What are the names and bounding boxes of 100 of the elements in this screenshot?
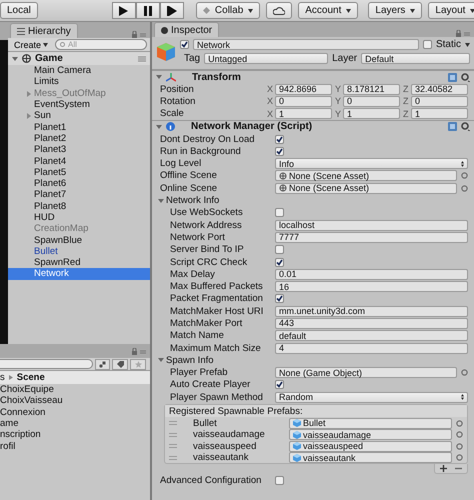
hierarchy-item[interactable]: Bullet — [8, 246, 150, 258]
name-field[interactable]: Network — [193, 39, 419, 50]
hierarchy-item[interactable]: Planet4 — [8, 155, 150, 167]
breadcrumb-item[interactable]: Scene — [16, 372, 45, 383]
drag-handle-icon[interactable] — [169, 432, 177, 437]
scene-file[interactable]: ame — [0, 418, 18, 430]
text-field[interactable]: 443 — [275, 318, 468, 329]
play-button[interactable] — [112, 2, 136, 19]
number-field[interactable]: 1 — [343, 108, 400, 120]
search-field[interactable] — [0, 359, 93, 369]
dropdown[interactable]: Random — [275, 392, 468, 403]
step-button[interactable] — [160, 2, 184, 19]
hierarchy-item[interactable]: Planet2 — [8, 132, 150, 144]
checkbox[interactable] — [275, 476, 284, 486]
hierarchy-item[interactable]: Limits — [8, 76, 150, 88]
object-field[interactable]: None (Scene Asset) — [275, 170, 457, 182]
checkbox[interactable] — [422, 40, 432, 49]
expanded-arrow-icon[interactable] — [156, 124, 162, 130]
text-field[interactable]: mm.unet.unity3d.com — [275, 306, 468, 317]
number-field[interactable]: 32.40582 — [411, 84, 468, 95]
drag-handle-icon[interactable] — [169, 456, 177, 460]
expanded-arrow-icon[interactable] — [156, 74, 162, 80]
object-picker-icon[interactable] — [461, 369, 468, 376]
pause-button[interactable] — [136, 2, 160, 19]
hierarchy-item[interactable]: Planet8 — [8, 200, 150, 212]
lock-icon[interactable] — [132, 348, 146, 354]
inspector-tab[interactable]: Inspector — [154, 22, 220, 37]
collab-button[interactable]: Collab — [196, 2, 260, 19]
checkbox[interactable] — [275, 294, 284, 304]
text-field[interactable]: 4 — [275, 342, 468, 354]
tag-dropdown[interactable]: Untagged — [204, 53, 328, 64]
scene-file[interactable]: rofil — [0, 440, 16, 452]
hierarchy-item[interactable]: SpawnBlue — [8, 234, 150, 246]
cloud-button[interactable] — [266, 2, 292, 19]
lock-icon[interactable] — [132, 31, 146, 38]
drag-handle-icon[interactable] — [169, 421, 177, 426]
label-filter-button[interactable] — [112, 358, 128, 370]
hierarchy-item[interactable]: EventSystem — [8, 98, 150, 110]
number-field[interactable]: 0 — [275, 96, 332, 107]
scene-file[interactable]: ChoixVaisseau — [0, 395, 63, 406]
hierarchy-item[interactable]: Planet5 — [8, 166, 150, 178]
expanded-arrow-icon[interactable] — [158, 357, 164, 364]
local-button[interactable]: Local — [0, 2, 38, 19]
scene-file[interactable]: Connexion — [0, 406, 46, 418]
menu-dropdown[interactable]: Layers — [368, 2, 422, 19]
number-field[interactable]: 1 — [411, 108, 468, 120]
dropdown[interactable]: Info — [275, 158, 468, 170]
object-field[interactable]: vaisseaudamage — [289, 429, 452, 440]
checkbox[interactable] — [275, 380, 284, 390]
foldout-label[interactable]: Network Info — [166, 195, 286, 206]
checkbox[interactable] — [180, 40, 189, 49]
checkbox[interactable] — [275, 146, 284, 156]
text-field[interactable]: 7777 — [275, 232, 468, 243]
object-field[interactable]: vaisseautank — [289, 452, 452, 464]
hierarchy-item[interactable]: Planet7 — [8, 189, 150, 201]
scene-file[interactable]: ChoixEquipe — [0, 384, 54, 396]
text-field[interactable]: 0.01 — [275, 268, 468, 280]
checkbox[interactable] — [275, 134, 284, 144]
hierarchy-item[interactable]: Main Camera — [8, 65, 150, 76]
hierarchy-item[interactable]: Sun — [8, 110, 150, 122]
scene-file[interactable]: nscription — [0, 429, 41, 440]
drag-handle-icon[interactable] — [169, 444, 177, 448]
hierarchy-item[interactable]: HUD — [8, 212, 150, 224]
property-label: Match Name — [170, 330, 225, 342]
foldout-label[interactable]: Spawn Info — [166, 354, 286, 366]
menu-dropdown[interactable]: Layout — [428, 2, 474, 19]
list-item-label: vaisseautank — [193, 452, 250, 464]
hierarchy-item[interactable]: Planet6 — [8, 178, 150, 190]
expanded-arrow-icon[interactable] — [158, 198, 164, 204]
number-field[interactable]: 1 — [275, 108, 332, 120]
text-field[interactable]: 16 — [275, 281, 468, 292]
object-field[interactable]: Bullet — [289, 418, 452, 429]
add-icon[interactable] — [440, 465, 447, 472]
checkbox[interactable] — [275, 258, 284, 266]
text-field[interactable]: default — [275, 330, 468, 342]
hierarchy-item[interactable]: Planet1 — [8, 121, 150, 133]
checkbox[interactable] — [275, 245, 284, 254]
number-field[interactable]: 942.8696 — [275, 84, 332, 95]
menu-dropdown[interactable]: Account — [298, 2, 358, 19]
number-field[interactable]: 0 — [411, 96, 468, 107]
object-field[interactable]: None (Scene Asset) — [275, 182, 457, 194]
breadcrumb-item[interactable]: s — [0, 372, 5, 383]
lock-icon[interactable] — [456, 30, 470, 37]
menu-icon[interactable] — [138, 56, 146, 62]
expanded-arrow-icon[interactable] — [12, 56, 18, 62]
hierarchy-tab[interactable]: Hierarchy — [10, 23, 78, 38]
number-field[interactable]: 0 — [343, 96, 400, 107]
collapsed-arrow-icon[interactable] — [26, 90, 32, 97]
hierarchy-item[interactable]: Network — [8, 268, 150, 280]
filter-type-button[interactable] — [94, 358, 110, 370]
hierarchy-item[interactable]: SpawnRed — [8, 257, 150, 268]
number-field[interactable]: 8.178121 — [343, 84, 400, 95]
layer-dropdown[interactable]: Default — [361, 53, 470, 64]
create-button[interactable]: Create — [11, 38, 52, 50]
object-field[interactable]: vaisseauspeed — [289, 440, 452, 452]
object-field[interactable]: None (Game Object) — [275, 367, 457, 378]
text-field[interactable]: localhost — [275, 220, 468, 231]
collapsed-arrow-icon[interactable] — [26, 113, 32, 120]
hierarchy-item[interactable]: Planet3 — [8, 144, 150, 156]
checkbox[interactable] — [275, 208, 284, 218]
